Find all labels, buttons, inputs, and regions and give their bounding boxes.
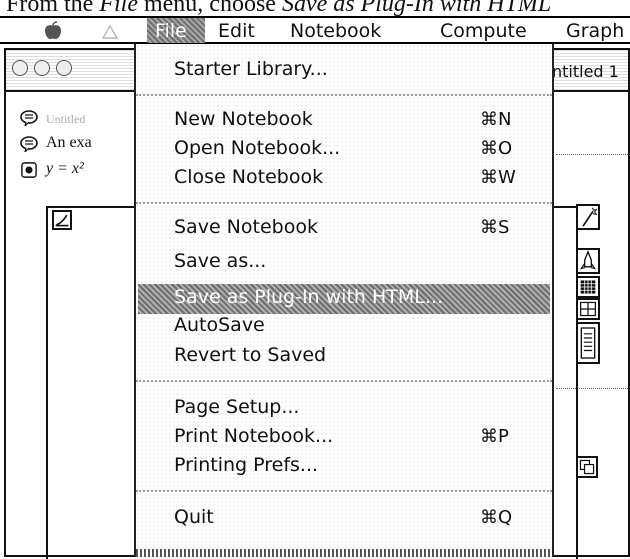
menu-item-starter-library[interactable]: Starter Library... xyxy=(174,58,328,80)
caption-command: Save as Plug-In with HTML xyxy=(281,0,552,17)
menu-bar: File Edit Notebook Compute Graph xyxy=(0,16,630,44)
caption-prefix: From the xyxy=(6,0,100,17)
grid-table-icon[interactable] xyxy=(576,276,600,298)
zoom-window-button[interactable] xyxy=(56,60,72,76)
menu-item-open-notebook[interactable]: Open Notebook... xyxy=(174,137,340,159)
caption-menu-name: File xyxy=(99,0,138,17)
menu-separator xyxy=(136,94,552,96)
menu-notebook[interactable]: Notebook xyxy=(290,20,381,42)
plot-resize-icon[interactable] xyxy=(52,210,72,230)
menu-item-autosave[interactable]: AutoSave xyxy=(174,314,265,336)
menu-item-printing-prefs[interactable]: Printing Prefs... xyxy=(174,454,318,476)
menu-item-save-as-plugin[interactable]: Save as Plug-In with HTML... xyxy=(138,284,550,314)
shortcut-save-notebook: ⌘S xyxy=(480,217,510,238)
row1-text: Untitled xyxy=(46,112,86,126)
menu-separator xyxy=(136,380,552,382)
menu-item-save-notebook[interactable]: Save Notebook xyxy=(174,216,318,238)
rocket-icon[interactable] xyxy=(576,248,600,274)
shortcut-new-notebook: ⌘N xyxy=(480,109,512,130)
math-cell-icon[interactable] xyxy=(20,162,38,178)
menu-item-save-as[interactable]: Save as... xyxy=(174,250,266,272)
application-icon[interactable] xyxy=(100,24,120,40)
menu-compute[interactable]: Compute xyxy=(440,20,527,42)
table-icon[interactable] xyxy=(576,298,600,320)
window-title: ntitled 1 xyxy=(552,62,619,81)
document-icon[interactable] xyxy=(576,322,600,364)
shortcut-open-notebook: ⌘O xyxy=(480,138,513,159)
menu-separator xyxy=(136,490,552,492)
shortcut-print-notebook: ⌘P xyxy=(480,426,509,447)
menu-item-print-notebook[interactable]: Print Notebook... xyxy=(174,425,333,447)
menu-item-revert-to-saved[interactable]: Revert to Saved xyxy=(174,344,326,366)
caption-middle: menu, choose xyxy=(137,0,282,17)
close-window-button[interactable] xyxy=(12,60,28,76)
menu-file[interactable]: File xyxy=(147,18,205,43)
menu-separator xyxy=(136,202,552,204)
menu-item-close-notebook[interactable]: Close Notebook xyxy=(174,166,323,188)
overlap-windows-icon[interactable] xyxy=(576,456,598,478)
file-menu-dropdown: Starter Library... New Notebook ⌘N Open … xyxy=(134,44,554,557)
text-cell-icon[interactable] xyxy=(20,136,38,152)
magic-wand-icon[interactable] xyxy=(576,204,600,230)
menu-bottom-edge xyxy=(136,549,552,557)
shortcut-close-notebook: ⌘W xyxy=(480,167,516,188)
menu-graph[interactable]: Graph xyxy=(566,20,624,42)
menu-file-label: File xyxy=(155,20,187,42)
apple-icon[interactable] xyxy=(42,21,64,41)
menu-item-save-as-plugin-label: Save as Plug-In with HTML... xyxy=(174,286,443,308)
row2-text: An exa xyxy=(46,134,92,151)
divider xyxy=(556,154,628,155)
menu-item-quit[interactable]: Quit xyxy=(174,506,214,528)
menu-item-page-setup[interactable]: Page Setup... xyxy=(174,396,299,418)
minimize-window-button[interactable] xyxy=(34,60,50,76)
menu-edit[interactable]: Edit xyxy=(218,20,255,42)
shortcut-quit: ⌘Q xyxy=(480,507,513,528)
row3-text: y = x² xyxy=(46,160,84,177)
menu-item-new-notebook[interactable]: New Notebook xyxy=(174,108,313,130)
text-cell-icon[interactable] xyxy=(20,110,38,126)
